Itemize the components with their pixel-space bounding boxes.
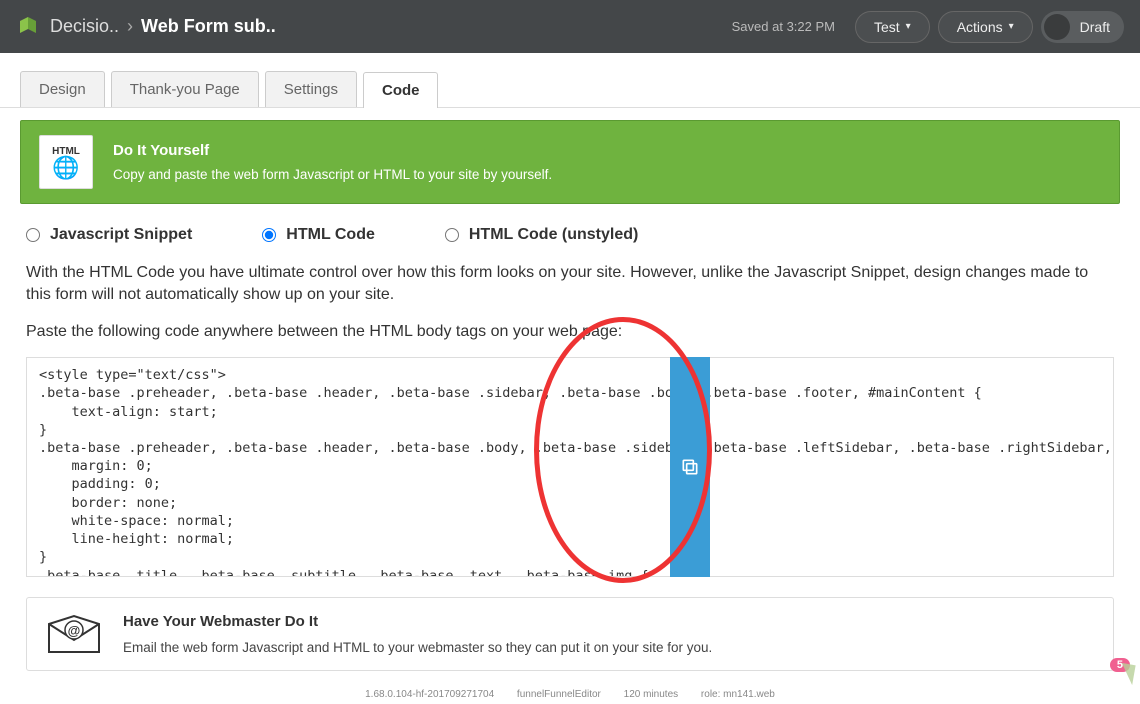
breadcrumb-current: Web Form sub.. bbox=[141, 16, 276, 37]
html-globe-icon: HTML 🌐 bbox=[39, 135, 93, 189]
radio-label: HTML Code (unstyled) bbox=[469, 226, 638, 244]
radio-javascript-snippet[interactable]: Javascript Snippet bbox=[26, 226, 192, 244]
footer-version: 1.68.0.104-hf-201709271704 bbox=[365, 689, 494, 700]
copy-icon bbox=[680, 457, 700, 477]
help-badge[interactable]: 5 bbox=[1120, 664, 1134, 684]
svg-text:@: @ bbox=[68, 623, 81, 638]
copy-button[interactable] bbox=[670, 357, 710, 577]
code-box-wrapper: <style type="text/css"> .beta-base .preh… bbox=[26, 357, 1114, 577]
footer: 1.68.0.104-hf-201709271704 funnelFunnelE… bbox=[0, 685, 1140, 704]
chevron-down-icon: ▾ bbox=[906, 21, 911, 32]
saved-status: Saved at 3:22 PM bbox=[732, 19, 835, 34]
breadcrumb-parent[interactable]: Decisio.. bbox=[50, 16, 119, 37]
code-type-radios: Javascript Snippet HTML Code HTML Code (… bbox=[20, 204, 1120, 244]
banner-subtitle: Copy and paste the web form Javascript o… bbox=[113, 167, 552, 182]
radio-input-unstyled[interactable] bbox=[445, 228, 459, 242]
diy-banner: HTML 🌐 Do It Yourself Copy and paste the… bbox=[20, 120, 1120, 204]
tab-settings[interactable]: Settings bbox=[265, 71, 357, 107]
radio-html-code[interactable]: HTML Code bbox=[262, 226, 375, 244]
radio-input-html[interactable] bbox=[262, 228, 276, 242]
content: HTML 🌐 Do It Yourself Copy and paste the… bbox=[0, 108, 1140, 671]
globe-icon: 🌐 bbox=[52, 157, 79, 179]
help-arrow-icon bbox=[1118, 663, 1135, 685]
webmaster-panel[interactable]: @ Have Your Webmaster Do It Email the we… bbox=[26, 597, 1114, 671]
tab-code[interactable]: Code bbox=[363, 72, 439, 108]
envelope-at-icon: @ bbox=[45, 612, 103, 656]
footer-time: 120 minutes bbox=[624, 689, 678, 700]
radio-label: Javascript Snippet bbox=[50, 226, 192, 244]
banner-title: Do It Yourself bbox=[113, 142, 552, 159]
radio-label: HTML Code bbox=[286, 226, 375, 244]
topbar: Decisio.. › Web Form sub.. Saved at 3:22… bbox=[0, 0, 1140, 53]
draft-toggle[interactable]: Draft bbox=[1041, 11, 1124, 43]
description-p2: Paste the following code anywhere betwee… bbox=[26, 321, 1114, 343]
breadcrumb-separator: › bbox=[127, 16, 133, 37]
app-logo-icon bbox=[16, 15, 40, 39]
radio-input-js[interactable] bbox=[26, 228, 40, 242]
footer-role: role: mn141.web bbox=[701, 689, 775, 700]
breadcrumb: Decisio.. › Web Form sub.. bbox=[50, 16, 276, 37]
test-button[interactable]: Test ▾ bbox=[855, 11, 930, 43]
webmaster-title: Have Your Webmaster Do It bbox=[123, 613, 712, 630]
webmaster-subtitle: Email the web form Javascript and HTML t… bbox=[123, 640, 712, 655]
draft-label: Draft bbox=[1080, 19, 1110, 35]
toggle-knob bbox=[1044, 14, 1070, 40]
description: With the HTML Code you have ultimate con… bbox=[20, 244, 1120, 343]
actions-button[interactable]: Actions ▾ bbox=[938, 11, 1033, 43]
chevron-down-icon: ▾ bbox=[1009, 21, 1014, 32]
code-snippet[interactable]: <style type="text/css"> .beta-base .preh… bbox=[26, 357, 1114, 577]
tab-design[interactable]: Design bbox=[20, 71, 105, 107]
radio-html-unstyled[interactable]: HTML Code (unstyled) bbox=[445, 226, 638, 244]
tabs: Design Thank-you Page Settings Code bbox=[0, 53, 1140, 108]
test-button-label: Test bbox=[874, 19, 900, 35]
actions-button-label: Actions bbox=[957, 19, 1003, 35]
description-p1: With the HTML Code you have ultimate con… bbox=[26, 262, 1114, 307]
tab-thankyou[interactable]: Thank-you Page bbox=[111, 71, 259, 107]
footer-module: funnelFunnelEditor bbox=[517, 689, 601, 700]
